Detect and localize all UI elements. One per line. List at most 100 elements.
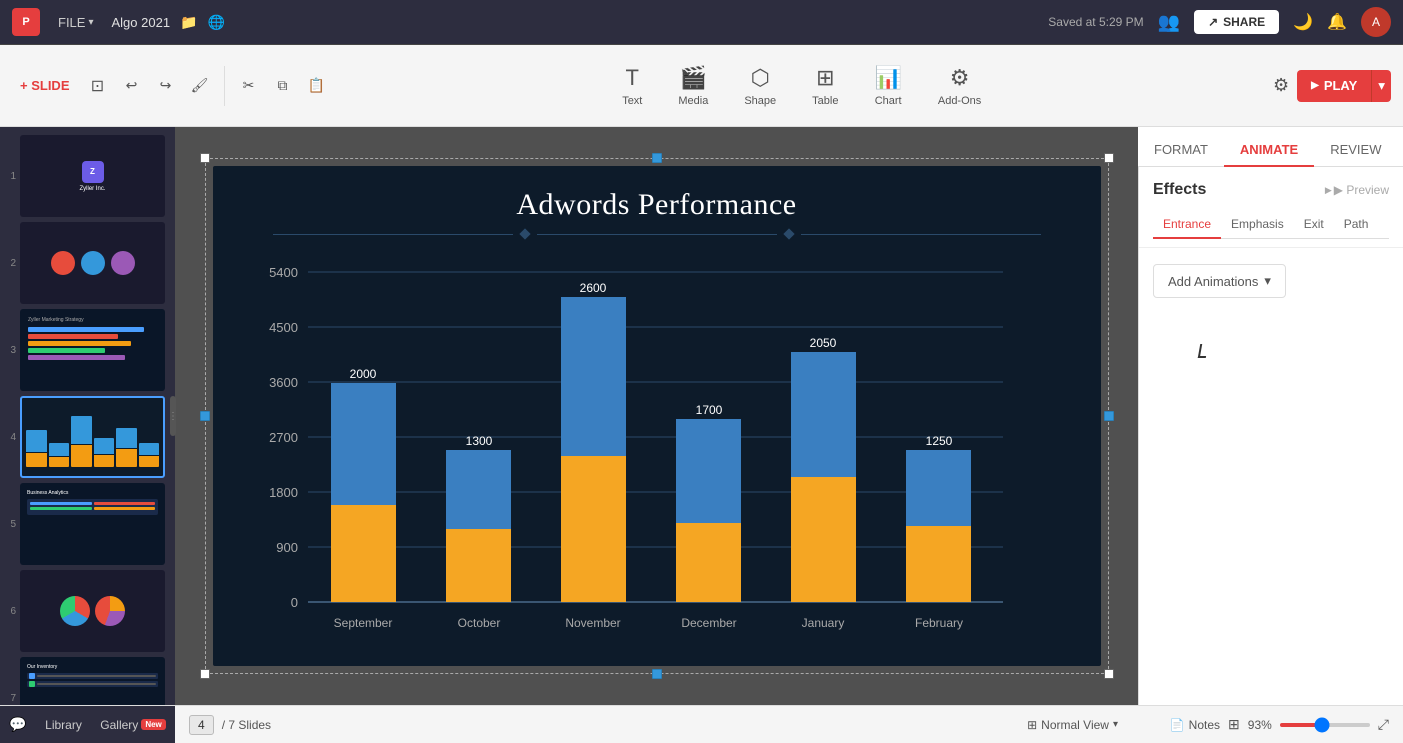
svg-text:0: 0 <box>290 595 297 610</box>
notes-button[interactable]: 📄 Notes <box>1170 718 1220 732</box>
effects-title: Effects <box>1153 181 1206 199</box>
new-badge: New <box>141 719 165 730</box>
addons-icon: ⚙ <box>950 65 970 91</box>
chart-icon: 📊 <box>874 65 901 91</box>
effect-tab-entrance[interactable]: Entrance <box>1153 211 1221 239</box>
svg-text:2600: 2600 <box>579 281 606 295</box>
add-animations-button[interactable]: Add Animations ▾ <box>1153 264 1286 298</box>
avatar: A <box>1361 7 1391 37</box>
slide-6-container: 6 <box>4 570 171 652</box>
handle-mid-right[interactable] <box>1104 411 1114 421</box>
zoom-level: 93% <box>1248 718 1272 732</box>
bell-icon[interactable]: 🔔 <box>1327 12 1347 32</box>
folder-icon[interactable]: 📁 <box>180 14 197 31</box>
svg-text:2000: 2000 <box>349 367 376 381</box>
slide-3-container: 3 Zyller Marketing Strategy <box>4 309 171 391</box>
slide-4-number: 4 <box>4 432 16 443</box>
effect-tab-emphasis[interactable]: Emphasis <box>1221 211 1294 239</box>
tab-animate[interactable]: ANIMATE <box>1224 134 1314 167</box>
chat-button[interactable]: 💬 <box>9 716 26 733</box>
library-button[interactable]: Library <box>45 718 82 732</box>
text-tool[interactable]: T Text <box>604 65 660 107</box>
tab-format[interactable]: FORMAT <box>1138 134 1224 167</box>
svg-text:December: December <box>681 616 736 630</box>
tab-review[interactable]: REVIEW <box>1314 134 1397 167</box>
normal-view-button[interactable]: ⊞ Normal View ▾ <box>1021 715 1124 735</box>
moon-icon[interactable]: 🌙 <box>1293 12 1313 32</box>
svg-text:1800: 1800 <box>269 485 298 500</box>
panel-empty-area <box>1139 314 1403 705</box>
panel-resize-handle[interactable]: ⋮ <box>170 396 175 436</box>
preview-play-icon: ▶ <box>1325 185 1332 196</box>
slide-7-number: 7 <box>4 693 16 704</box>
globe-icon[interactable]: 🌐 <box>208 14 225 31</box>
view-icon: ⊞ <box>1027 718 1037 732</box>
add-slide-button[interactable]: + SLIDE <box>12 74 78 97</box>
handle-top-right[interactable] <box>1104 153 1114 163</box>
zoom-slider[interactable] <box>1280 723 1370 727</box>
effect-tab-exit[interactable]: Exit <box>1294 211 1334 239</box>
addons-tool[interactable]: ⚙ Add-Ons <box>920 65 999 107</box>
slide-7-thumbnail[interactable]: Our Inventory <box>20 657 165 705</box>
settings-icon[interactable]: ⚙ <box>1273 75 1289 96</box>
slide-6-thumbnail[interactable] <box>20 570 165 652</box>
paint-format-button[interactable]: 🖌 <box>186 72 214 100</box>
effect-tab-path[interactable]: Path <box>1334 211 1379 239</box>
people-icon[interactable]: 👥 <box>1158 12 1180 33</box>
doc-title: Algo 2021 <box>112 15 171 30</box>
fit-button[interactable]: ⊡ <box>84 72 112 100</box>
app-logo: P <box>12 8 40 36</box>
media-tool[interactable]: 🎬 Media <box>660 65 726 107</box>
handle-top-left[interactable] <box>200 153 210 163</box>
handle-bot-left[interactable] <box>200 669 210 679</box>
svg-text:900: 900 <box>276 540 298 555</box>
notes-icon: 📄 <box>1170 718 1185 732</box>
slide-1-container: 1 Z Zyller Inc. <box>4 135 171 217</box>
slide-1-thumbnail[interactable]: Z Zyller Inc. <box>20 135 165 217</box>
preview-link[interactable]: ▶ ▶ Preview <box>1325 183 1389 197</box>
slide-4-thumbnail[interactable] <box>20 396 165 478</box>
chart-tool[interactable]: 📊 Chart <box>856 65 919 107</box>
slide-7-container: 7 Our Inventory <box>4 657 171 705</box>
gallery-button[interactable]: Gallery New <box>100 718 165 732</box>
right-panel: Effects ▶ ▶ Preview Entrance Emphasis Ex… <box>1138 167 1403 705</box>
slide-2-container: 2 <box>4 222 171 304</box>
handle-bot-mid[interactable] <box>652 669 662 679</box>
play-dropdown-button[interactable]: ▾ <box>1371 70 1391 102</box>
slide-2-thumbnail[interactable] <box>20 222 165 304</box>
play-button[interactable]: ▶ PLAY <box>1297 70 1371 102</box>
svg-text:2050: 2050 <box>809 336 836 350</box>
undo-button[interactable]: ↩ <box>118 72 146 100</box>
slide-3-number: 3 <box>4 345 16 356</box>
table-tool[interactable]: ⊞ Table <box>794 65 856 107</box>
svg-text:February: February <box>914 616 962 630</box>
grid-view-icon[interactable]: ⊞ <box>1228 716 1240 733</box>
slide-5-container: 5 Business Analytics <box>4 483 171 565</box>
media-icon: 🎬 <box>680 65 707 91</box>
chart-svg: 0 900 1800 2700 3600 4500 5400 <box>263 252 1043 632</box>
share-button[interactable]: ↗ SHARE <box>1194 10 1279 34</box>
handle-bot-right[interactable] <box>1104 669 1114 679</box>
svg-text:September: September <box>333 616 392 630</box>
svg-text:3600: 3600 <box>269 375 298 390</box>
text-icon: T <box>626 65 639 91</box>
svg-text:October: October <box>457 616 500 630</box>
fit-view-icon[interactable]: ⤢ <box>1378 716 1389 733</box>
cut-button[interactable]: ✂ <box>235 72 263 100</box>
shape-tool[interactable]: ⬡ Shape <box>726 65 794 107</box>
svg-text:2700: 2700 <box>269 430 298 445</box>
redo-button[interactable]: ↪ <box>152 72 180 100</box>
file-button[interactable]: FILE ▾ <box>50 11 102 34</box>
play-icon: ▶ <box>1311 80 1319 91</box>
handle-mid-left[interactable] <box>200 411 210 421</box>
copy-button[interactable]: ⧉ <box>269 72 297 100</box>
svg-text:1700: 1700 <box>695 403 722 417</box>
slide-5-thumbnail[interactable]: Business Analytics <box>20 483 165 565</box>
slide-title: Adwords Performance <box>213 188 1101 222</box>
slide-3-thumbnail[interactable]: Zyller Marketing Strategy <box>20 309 165 391</box>
paste-button[interactable]: 📋 <box>303 72 331 100</box>
slide-4-container: 4 <box>4 396 171 478</box>
slide-6-number: 6 <box>4 606 16 617</box>
table-icon: ⊞ <box>816 65 834 91</box>
handle-top-mid[interactable] <box>652 153 662 163</box>
